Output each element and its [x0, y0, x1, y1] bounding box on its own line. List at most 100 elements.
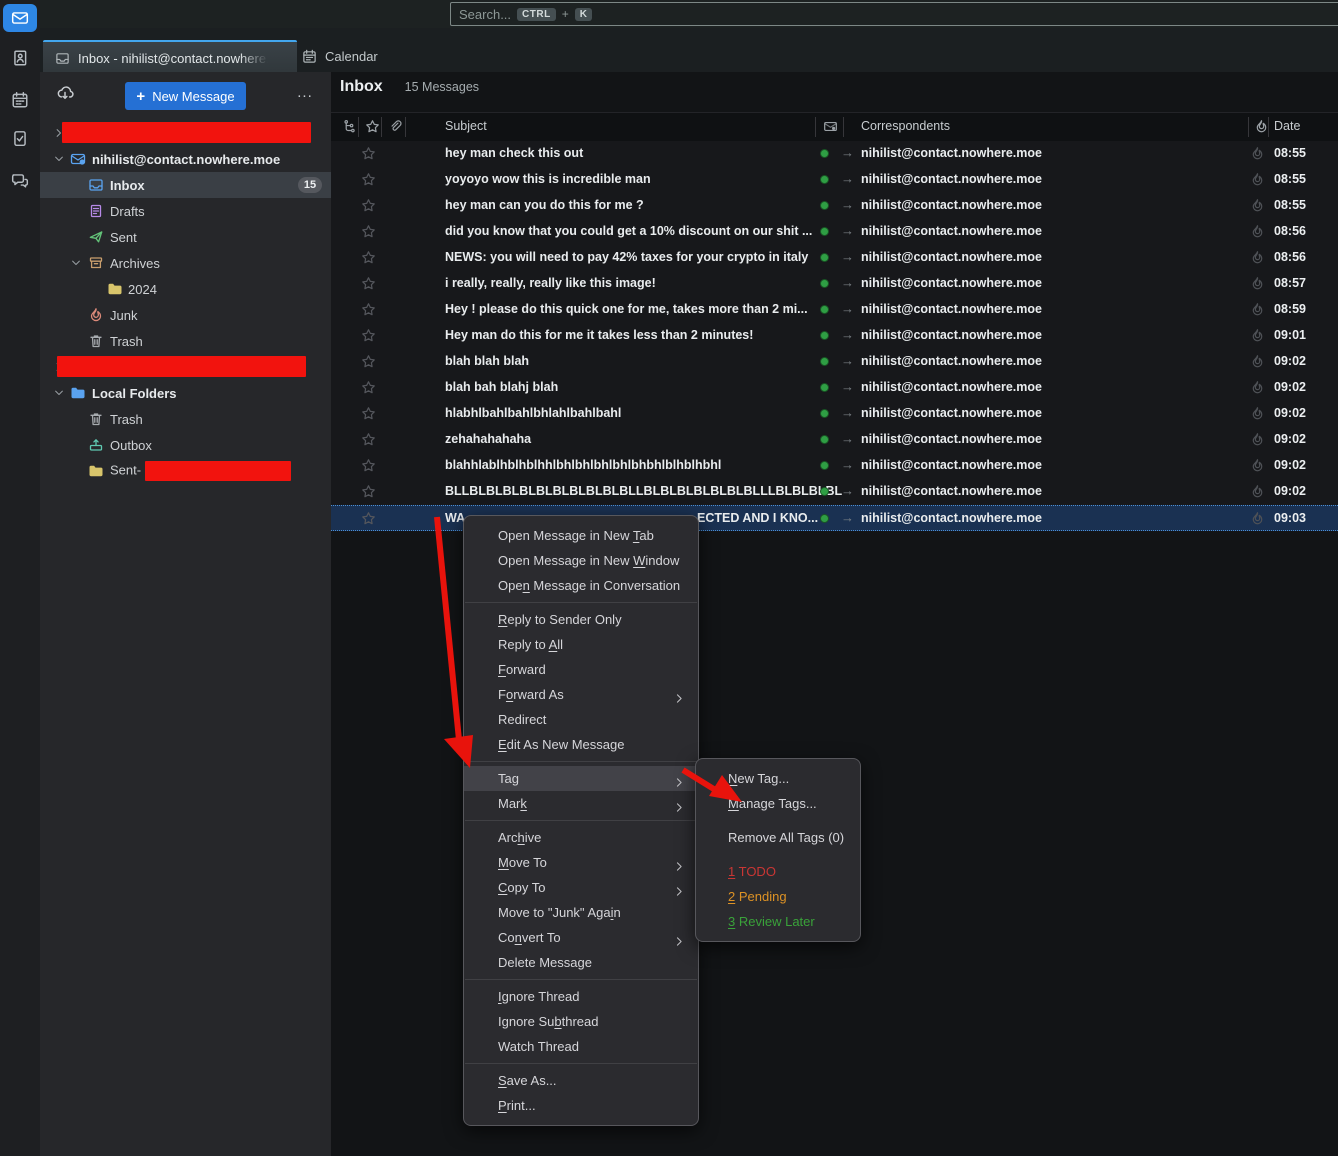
message-row[interactable]: zehahahahaha→nihilist@contact.nowhere.mo…	[331, 427, 1338, 453]
unread-status-dot[interactable]	[820, 331, 829, 340]
thread-column-icon[interactable]	[342, 119, 358, 135]
unread-status-dot[interactable]	[820, 149, 829, 158]
folder-row-outbox[interactable]: Outbox	[40, 432, 331, 458]
read-status-column-icon[interactable]	[823, 119, 839, 135]
account-row[interactable]: Local Folders	[40, 380, 331, 406]
folder-row-archives[interactable]: Archives	[40, 250, 331, 276]
message-row[interactable]: blah bah blahj blah→nihilist@contact.now…	[331, 375, 1338, 401]
star-icon[interactable]	[361, 302, 376, 317]
junk-status-icon[interactable]	[1250, 250, 1265, 265]
account-row[interactable]: nihilist@contact.nowhere.moe	[40, 146, 331, 172]
folder-row-2024[interactable]: 2024	[40, 276, 331, 302]
unread-status-dot[interactable]	[820, 201, 829, 210]
tag-menu-item-manage-tags[interactable]: Manage Tags...	[696, 791, 860, 816]
message-row[interactable]: Hey ! please do this quick one for me, t…	[331, 297, 1338, 323]
menu-item-move-to-junk-again[interactable]: Move to "Junk" Again	[464, 900, 698, 925]
star-icon[interactable]	[361, 484, 376, 499]
menu-item-open-message-in-new-tab[interactable]: Open Message in New Tab	[464, 523, 698, 548]
junk-status-icon[interactable]	[1250, 511, 1265, 526]
star-icon[interactable]	[361, 172, 376, 187]
star-icon[interactable]	[361, 354, 376, 369]
menu-item-watch-thread[interactable]: Watch Thread	[464, 1034, 698, 1059]
junk-status-icon[interactable]	[1250, 328, 1265, 343]
folder-row-sent-[interactable]: Sent-	[40, 458, 331, 484]
menu-item-edit-as-new-message[interactable]: Edit As New Message	[464, 732, 698, 757]
message-row[interactable]: did you know that you could get a 10% di…	[331, 219, 1338, 245]
message-row[interactable]: blahhlablhblhblhhlbhlbhlbhlbhlbhbhlblhbl…	[331, 453, 1338, 479]
tag-menu-item-2-pending[interactable]: 2 Pending	[696, 884, 860, 909]
folder-row-trash[interactable]: Trash	[40, 328, 331, 354]
date-column-header[interactable]: Date	[1274, 119, 1300, 133]
unread-status-dot[interactable]	[820, 305, 829, 314]
global-search-input[interactable]: Search... CTRL + K	[450, 2, 1338, 26]
folder-row-junk[interactable]: Junk	[40, 302, 331, 328]
menu-item-tag[interactable]: Tag	[464, 766, 698, 791]
menu-item-open-message-in-new-window[interactable]: Open Message in New Window	[464, 548, 698, 573]
menu-item-forward-as[interactable]: Forward As	[464, 682, 698, 707]
subject-column-header[interactable]: Subject	[445, 119, 487, 133]
menu-item-reply-to-all[interactable]: Reply to All	[464, 632, 698, 657]
junk-status-icon[interactable]	[1250, 146, 1265, 161]
star-icon[interactable]	[361, 458, 376, 473]
tag-menu-item-3-review-later[interactable]: 3 Review Later	[696, 909, 860, 934]
tab-inbox[interactable]: Inbox - nihilist@contact.nowhere.mo	[43, 40, 297, 74]
unread-status-dot[interactable]	[820, 357, 829, 366]
junk-status-icon[interactable]	[1250, 458, 1265, 473]
message-row[interactable]: hlabhlbahlbahlbhlahlbahlbahl→nihilist@co…	[331, 401, 1338, 427]
message-row[interactable]: NEWS: you will need to pay 42% taxes for…	[331, 245, 1338, 271]
menu-item-delete-message[interactable]: Delete Message	[464, 950, 698, 975]
unread-status-dot[interactable]	[820, 227, 829, 236]
menu-item-reply-to-sender-only[interactable]: Reply to Sender Only	[464, 607, 698, 632]
star-icon[interactable]	[361, 198, 376, 213]
junk-status-icon[interactable]	[1250, 406, 1265, 421]
calendar-space-icon[interactable]	[3, 86, 37, 114]
junk-status-icon[interactable]	[1250, 484, 1265, 499]
unread-status-dot[interactable]	[820, 435, 829, 444]
message-row[interactable]: yoyoyo wow this is incredible man→nihili…	[331, 167, 1338, 193]
folder-row-inbox[interactable]: Inbox15	[40, 172, 331, 198]
star-icon[interactable]	[361, 146, 376, 161]
star-icon[interactable]	[361, 380, 376, 395]
unread-status-dot[interactable]	[820, 383, 829, 392]
junk-status-icon[interactable]	[1250, 172, 1265, 187]
menu-item-mark[interactable]: Mark	[464, 791, 698, 816]
chevron-down-icon[interactable]	[70, 257, 82, 269]
new-message-button[interactable]: + New Message	[125, 82, 246, 110]
redacted-account-row[interactable]	[40, 120, 331, 146]
junk-status-icon[interactable]	[1250, 432, 1265, 447]
unread-status-dot[interactable]	[820, 253, 829, 262]
unread-status-dot[interactable]	[820, 461, 829, 470]
junk-status-icon[interactable]	[1250, 380, 1265, 395]
unread-status-dot[interactable]	[820, 175, 829, 184]
tag-menu-item-remove-all-tags-0[interactable]: Remove All Tags (0)	[696, 825, 860, 850]
menu-item-save-as[interactable]: Save As...	[464, 1068, 698, 1093]
chevron-down-icon[interactable]	[53, 387, 65, 399]
menu-item-copy-to[interactable]: Copy To	[464, 875, 698, 900]
junk-status-icon[interactable]	[1250, 276, 1265, 291]
star-icon[interactable]	[361, 328, 376, 343]
folder-row-sent[interactable]: Sent	[40, 224, 331, 250]
message-row[interactable]: hey man can you do this for me ?→nihilis…	[331, 193, 1338, 219]
tab-calendar[interactable]: Calendar	[290, 40, 390, 72]
menu-item-redirect[interactable]: Redirect	[464, 707, 698, 732]
unread-status-dot[interactable]	[820, 487, 829, 496]
folder-pane-options-icon[interactable]: ...	[292, 82, 318, 106]
tag-menu-item-1-todo[interactable]: 1 TODO	[696, 859, 860, 884]
get-messages-icon[interactable]	[56, 84, 78, 106]
menu-item-convert-to[interactable]: Convert To	[464, 925, 698, 950]
message-row[interactable]: hey man check this out→nihilist@contact.…	[331, 141, 1338, 167]
star-icon[interactable]	[361, 511, 376, 526]
junk-status-icon[interactable]	[1250, 354, 1265, 369]
chat-space-icon[interactable]	[3, 166, 37, 194]
menu-item-move-to[interactable]: Move To	[464, 850, 698, 875]
mail-space-icon[interactable]	[3, 4, 37, 32]
star-icon[interactable]	[361, 406, 376, 421]
unread-status-dot[interactable]	[820, 409, 829, 418]
message-row[interactable]: i really, really, really like this image…	[331, 271, 1338, 297]
message-row[interactable]: Hey man do this for me it takes less tha…	[331, 323, 1338, 349]
address-book-space-icon[interactable]	[3, 44, 37, 72]
star-icon[interactable]	[361, 250, 376, 265]
menu-item-print[interactable]: Print...	[464, 1093, 698, 1118]
unread-status-dot[interactable]	[820, 279, 829, 288]
attachment-column-icon[interactable]	[388, 119, 404, 135]
